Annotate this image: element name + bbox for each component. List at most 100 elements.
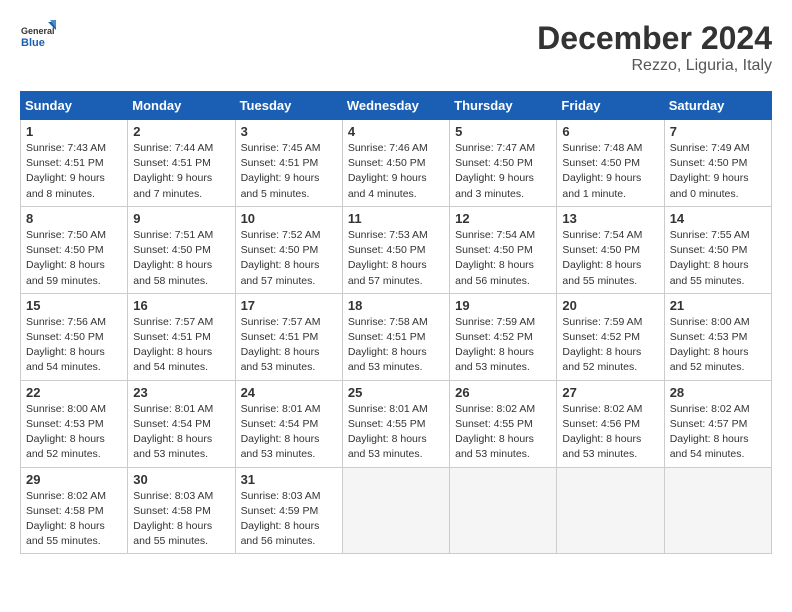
day-info: Sunrise: 7:44 AM Sunset: 4:51 PM Dayligh… bbox=[133, 141, 229, 202]
column-header-sunday: Sunday bbox=[21, 92, 128, 120]
day-cell: 16 Sunrise: 7:57 AM Sunset: 4:51 PM Dayl… bbox=[128, 293, 235, 380]
day-number: 7 bbox=[670, 124, 766, 139]
column-header-tuesday: Tuesday bbox=[235, 92, 342, 120]
day-cell: 23 Sunrise: 8:01 AM Sunset: 4:54 PM Dayl… bbox=[128, 380, 235, 467]
column-header-monday: Monday bbox=[128, 92, 235, 120]
day-number: 26 bbox=[455, 385, 551, 400]
day-cell: 30 Sunrise: 8:03 AM Sunset: 4:58 PM Dayl… bbox=[128, 467, 235, 554]
week-row-4: 22 Sunrise: 8:00 AM Sunset: 4:53 PM Dayl… bbox=[21, 380, 772, 467]
day-cell: 7 Sunrise: 7:49 AM Sunset: 4:50 PM Dayli… bbox=[664, 120, 771, 207]
day-info: Sunrise: 7:43 AM Sunset: 4:51 PM Dayligh… bbox=[26, 141, 122, 202]
day-cell bbox=[664, 467, 771, 554]
day-number: 17 bbox=[241, 298, 337, 313]
day-number: 27 bbox=[562, 385, 658, 400]
day-info: Sunrise: 8:02 AM Sunset: 4:58 PM Dayligh… bbox=[26, 489, 122, 550]
svg-text:Blue: Blue bbox=[21, 37, 45, 49]
day-number: 22 bbox=[26, 385, 122, 400]
day-cell: 12 Sunrise: 7:54 AM Sunset: 4:50 PM Dayl… bbox=[450, 206, 557, 293]
day-cell: 19 Sunrise: 7:59 AM Sunset: 4:52 PM Dayl… bbox=[450, 293, 557, 380]
day-number: 15 bbox=[26, 298, 122, 313]
day-cell: 13 Sunrise: 7:54 AM Sunset: 4:50 PM Dayl… bbox=[557, 206, 664, 293]
day-number: 3 bbox=[241, 124, 337, 139]
day-info: Sunrise: 7:51 AM Sunset: 4:50 PM Dayligh… bbox=[133, 228, 229, 289]
day-info: Sunrise: 7:52 AM Sunset: 4:50 PM Dayligh… bbox=[241, 228, 337, 289]
day-cell: 27 Sunrise: 8:02 AM Sunset: 4:56 PM Dayl… bbox=[557, 380, 664, 467]
day-cell: 5 Sunrise: 7:47 AM Sunset: 4:50 PM Dayli… bbox=[450, 120, 557, 207]
month-title: December 2024 bbox=[537, 20, 772, 57]
day-cell: 25 Sunrise: 8:01 AM Sunset: 4:55 PM Dayl… bbox=[342, 380, 449, 467]
day-info: Sunrise: 7:48 AM Sunset: 4:50 PM Dayligh… bbox=[562, 141, 658, 202]
day-info: Sunrise: 7:54 AM Sunset: 4:50 PM Dayligh… bbox=[455, 228, 551, 289]
day-number: 16 bbox=[133, 298, 229, 313]
day-cell bbox=[450, 467, 557, 554]
day-cell: 8 Sunrise: 7:50 AM Sunset: 4:50 PM Dayli… bbox=[21, 206, 128, 293]
day-number: 29 bbox=[26, 472, 122, 487]
day-info: Sunrise: 8:02 AM Sunset: 4:57 PM Dayligh… bbox=[670, 402, 766, 463]
day-cell: 11 Sunrise: 7:53 AM Sunset: 4:50 PM Dayl… bbox=[342, 206, 449, 293]
day-cell: 15 Sunrise: 7:56 AM Sunset: 4:50 PM Dayl… bbox=[21, 293, 128, 380]
day-info: Sunrise: 8:00 AM Sunset: 4:53 PM Dayligh… bbox=[26, 402, 122, 463]
day-info: Sunrise: 7:58 AM Sunset: 4:51 PM Dayligh… bbox=[348, 315, 444, 376]
day-info: Sunrise: 7:45 AM Sunset: 4:51 PM Dayligh… bbox=[241, 141, 337, 202]
day-cell: 24 Sunrise: 8:01 AM Sunset: 4:54 PM Dayl… bbox=[235, 380, 342, 467]
header-row: SundayMondayTuesdayWednesdayThursdayFrid… bbox=[21, 92, 772, 120]
svg-text:General: General bbox=[21, 26, 55, 36]
day-info: Sunrise: 7:49 AM Sunset: 4:50 PM Dayligh… bbox=[670, 141, 766, 202]
day-cell: 29 Sunrise: 8:02 AM Sunset: 4:58 PM Dayl… bbox=[21, 467, 128, 554]
day-info: Sunrise: 7:47 AM Sunset: 4:50 PM Dayligh… bbox=[455, 141, 551, 202]
column-header-thursday: Thursday bbox=[450, 92, 557, 120]
day-number: 21 bbox=[670, 298, 766, 313]
day-info: Sunrise: 8:01 AM Sunset: 4:54 PM Dayligh… bbox=[241, 402, 337, 463]
day-info: Sunrise: 7:57 AM Sunset: 4:51 PM Dayligh… bbox=[241, 315, 337, 376]
day-cell: 20 Sunrise: 7:59 AM Sunset: 4:52 PM Dayl… bbox=[557, 293, 664, 380]
day-cell: 14 Sunrise: 7:55 AM Sunset: 4:50 PM Dayl… bbox=[664, 206, 771, 293]
day-cell: 26 Sunrise: 8:02 AM Sunset: 4:55 PM Dayl… bbox=[450, 380, 557, 467]
day-info: Sunrise: 8:01 AM Sunset: 4:55 PM Dayligh… bbox=[348, 402, 444, 463]
day-number: 2 bbox=[133, 124, 229, 139]
week-row-5: 29 Sunrise: 8:02 AM Sunset: 4:58 PM Dayl… bbox=[21, 467, 772, 554]
day-number: 14 bbox=[670, 211, 766, 226]
day-info: Sunrise: 8:02 AM Sunset: 4:55 PM Dayligh… bbox=[455, 402, 551, 463]
day-cell: 3 Sunrise: 7:45 AM Sunset: 4:51 PM Dayli… bbox=[235, 120, 342, 207]
week-row-1: 1 Sunrise: 7:43 AM Sunset: 4:51 PM Dayli… bbox=[21, 120, 772, 207]
column-header-friday: Friday bbox=[557, 92, 664, 120]
day-cell: 2 Sunrise: 7:44 AM Sunset: 4:51 PM Dayli… bbox=[128, 120, 235, 207]
day-info: Sunrise: 8:02 AM Sunset: 4:56 PM Dayligh… bbox=[562, 402, 658, 463]
day-cell: 28 Sunrise: 8:02 AM Sunset: 4:57 PM Dayl… bbox=[664, 380, 771, 467]
logo-svg: General Blue bbox=[20, 20, 56, 56]
day-number: 5 bbox=[455, 124, 551, 139]
day-number: 6 bbox=[562, 124, 658, 139]
day-info: Sunrise: 8:01 AM Sunset: 4:54 PM Dayligh… bbox=[133, 402, 229, 463]
day-number: 10 bbox=[241, 211, 337, 226]
day-number: 25 bbox=[348, 385, 444, 400]
calendar-table: SundayMondayTuesdayWednesdayThursdayFrid… bbox=[20, 91, 772, 554]
column-header-saturday: Saturday bbox=[664, 92, 771, 120]
day-number: 12 bbox=[455, 211, 551, 226]
day-cell: 9 Sunrise: 7:51 AM Sunset: 4:50 PM Dayli… bbox=[128, 206, 235, 293]
day-info: Sunrise: 7:59 AM Sunset: 4:52 PM Dayligh… bbox=[455, 315, 551, 376]
day-cell: 4 Sunrise: 7:46 AM Sunset: 4:50 PM Dayli… bbox=[342, 120, 449, 207]
day-info: Sunrise: 7:53 AM Sunset: 4:50 PM Dayligh… bbox=[348, 228, 444, 289]
location: Rezzo, Liguria, Italy bbox=[537, 57, 772, 75]
day-cell: 22 Sunrise: 8:00 AM Sunset: 4:53 PM Dayl… bbox=[21, 380, 128, 467]
day-number: 11 bbox=[348, 211, 444, 226]
day-cell: 31 Sunrise: 8:03 AM Sunset: 4:59 PM Dayl… bbox=[235, 467, 342, 554]
title-block: December 2024 Rezzo, Liguria, Italy bbox=[537, 20, 772, 75]
day-number: 18 bbox=[348, 298, 444, 313]
day-cell: 10 Sunrise: 7:52 AM Sunset: 4:50 PM Dayl… bbox=[235, 206, 342, 293]
day-info: Sunrise: 7:59 AM Sunset: 4:52 PM Dayligh… bbox=[562, 315, 658, 376]
day-number: 8 bbox=[26, 211, 122, 226]
day-cell: 17 Sunrise: 7:57 AM Sunset: 4:51 PM Dayl… bbox=[235, 293, 342, 380]
day-number: 28 bbox=[670, 385, 766, 400]
day-cell: 18 Sunrise: 7:58 AM Sunset: 4:51 PM Dayl… bbox=[342, 293, 449, 380]
page-header: General Blue December 2024 Rezzo, Liguri… bbox=[20, 20, 772, 75]
week-row-3: 15 Sunrise: 7:56 AM Sunset: 4:50 PM Dayl… bbox=[21, 293, 772, 380]
day-cell bbox=[342, 467, 449, 554]
day-number: 9 bbox=[133, 211, 229, 226]
day-number: 13 bbox=[562, 211, 658, 226]
week-row-2: 8 Sunrise: 7:50 AM Sunset: 4:50 PM Dayli… bbox=[21, 206, 772, 293]
column-header-wednesday: Wednesday bbox=[342, 92, 449, 120]
day-info: Sunrise: 8:03 AM Sunset: 4:59 PM Dayligh… bbox=[241, 489, 337, 550]
day-info: Sunrise: 7:56 AM Sunset: 4:50 PM Dayligh… bbox=[26, 315, 122, 376]
day-cell: 21 Sunrise: 8:00 AM Sunset: 4:53 PM Dayl… bbox=[664, 293, 771, 380]
